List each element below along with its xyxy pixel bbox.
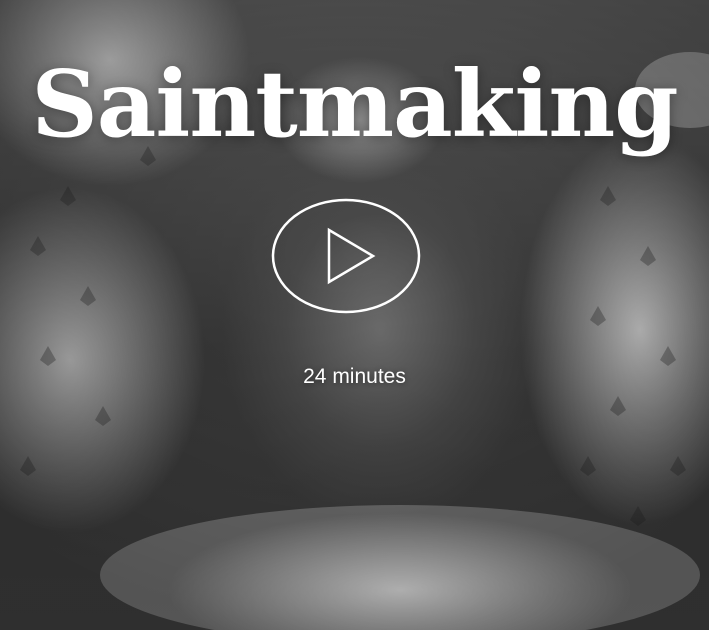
play-button[interactable] [271,198,421,314]
video-hero[interactable]: Saintmaking 24 minutes [0,0,709,630]
video-title: Saintmaking [31,50,678,158]
video-duration: 24 minutes [303,365,406,388]
play-icon [271,198,421,314]
